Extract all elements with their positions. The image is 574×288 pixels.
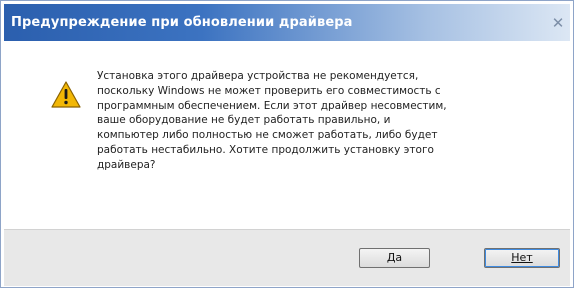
yes-button[interactable]: Да <box>359 248 430 268</box>
window-title: Предупреждение при обновлении драйвера <box>11 15 353 30</box>
warning-dialog: Предупреждение при обновлении драйвера ✕… <box>0 0 574 288</box>
yes-button-label: Да <box>386 251 403 264</box>
dialog-content: Установка этого драйвера устройства не р… <box>4 41 570 229</box>
no-button-label: Нет <box>511 251 533 264</box>
button-bar: Да Нет <box>4 229 570 286</box>
close-icon[interactable]: ✕ <box>551 16 565 31</box>
no-button[interactable]: Нет <box>484 248 560 268</box>
title-bar[interactable]: Предупреждение при обновлении драйвера ✕ <box>4 4 570 41</box>
warning-icon <box>51 81 81 108</box>
warning-message: Установка этого драйвера устройства не р… <box>97 70 447 171</box>
